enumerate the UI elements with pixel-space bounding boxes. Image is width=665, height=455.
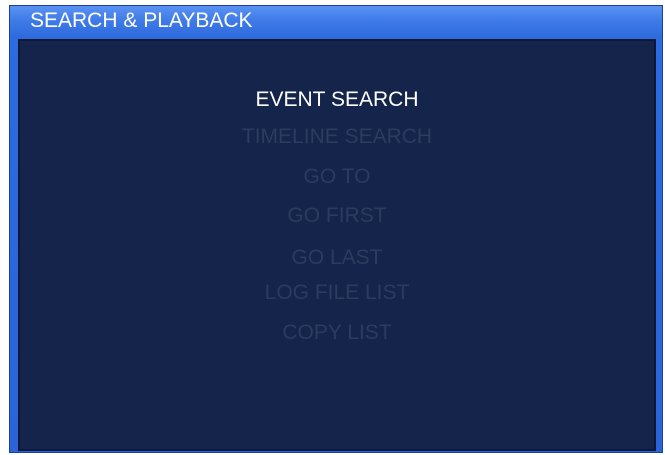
menu-item-copy-list[interactable]: COPY LIST <box>20 321 654 345</box>
menu-item-go-to[interactable]: GO TO <box>20 165 654 189</box>
title-bar: SEARCH & PLAYBACK <box>10 6 662 38</box>
menu-panel: EVENT SEARCH TIMELINE SEARCH GO TO GO FI… <box>18 39 656 451</box>
search-playback-window: SEARCH & PLAYBACK EVENT SEARCH TIMELINE … <box>9 5 663 453</box>
menu-item-go-last[interactable]: GO LAST <box>20 246 654 270</box>
menu-item-timeline-search[interactable]: TIMELINE SEARCH <box>20 125 654 149</box>
menu-item-event-search[interactable]: EVENT SEARCH <box>20 88 654 112</box>
menu-item-go-first[interactable]: GO FIRST <box>20 204 654 228</box>
window-title: SEARCH & PLAYBACK <box>30 9 253 32</box>
menu-item-log-file-list[interactable]: LOG FILE LIST <box>20 281 654 305</box>
